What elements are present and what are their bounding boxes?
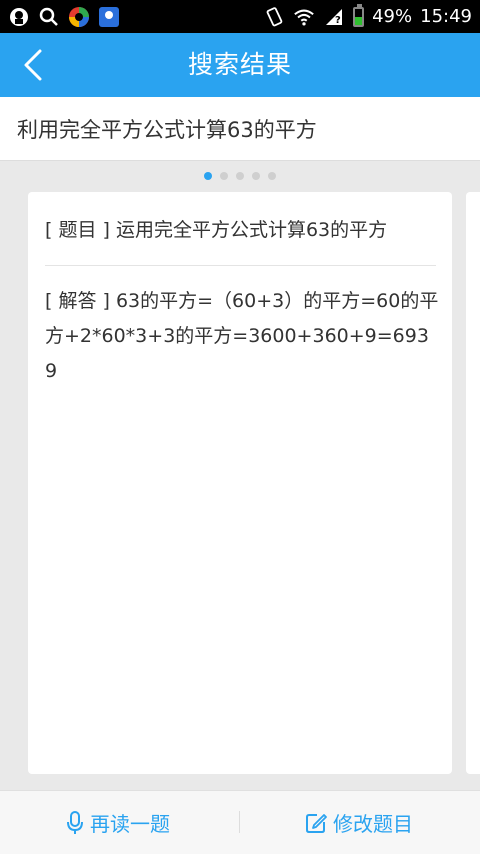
status-bar-left xyxy=(8,4,120,29)
vibrate-icon xyxy=(263,6,285,28)
wifi-icon xyxy=(293,6,315,28)
pager-dot xyxy=(220,172,228,180)
pager-dot xyxy=(204,172,212,180)
svg-text:?: ? xyxy=(335,15,341,26)
title-bar: 搜索结果 xyxy=(0,33,480,97)
edit-icon xyxy=(306,813,327,833)
page-title: 搜索结果 xyxy=(187,50,292,79)
toolbar-separator xyxy=(239,811,240,833)
answer-text: [ 解答 ] 63的平方=（60+3）的平方=60的平方+2*60*3+3的平方… xyxy=(45,290,439,382)
microphone-icon xyxy=(67,810,83,834)
next-card-peek[interactable] xyxy=(466,192,480,774)
pager-dot xyxy=(236,172,244,180)
battery-percent: 49% xyxy=(372,6,413,27)
browser-icon xyxy=(68,6,90,28)
signal-icon: ? xyxy=(323,6,345,28)
edit-label: 修改题目 xyxy=(333,812,413,836)
battery-level xyxy=(355,16,363,25)
edit-question-button[interactable]: 修改题目 xyxy=(305,791,413,854)
search-query-text: 利用完全平方公式计算63的平方 xyxy=(17,118,317,142)
reread-label: 再读一题 xyxy=(90,812,170,836)
notification-app-icon xyxy=(8,6,30,28)
card-divider xyxy=(45,265,436,266)
clock: 15:49 xyxy=(420,6,472,27)
search-query-bar[interactable]: 利用完全平方公式计算63的平方 xyxy=(0,97,480,161)
bottom-toolbar: 再读一题 修改题目 xyxy=(0,790,480,854)
search-icon xyxy=(38,6,60,28)
status-bar-right: ? 49% 15:49 xyxy=(263,3,472,29)
baidu-icon xyxy=(98,6,120,28)
question-text: [ 题目 ] 运用完全平方公式计算63的平方 xyxy=(45,219,388,241)
battery-icon xyxy=(353,3,365,27)
reread-button[interactable]: 再读一题 xyxy=(66,791,170,854)
pager-dot xyxy=(252,172,260,180)
status-bar: ? 49% 15:49 xyxy=(0,0,480,33)
result-card[interactable]: [ 题目 ] 运用完全平方公式计算63的平方 [ 解答 ] 63的平方=（60+… xyxy=(28,192,452,774)
pager-dot xyxy=(268,172,276,180)
pager-dots xyxy=(0,172,480,180)
